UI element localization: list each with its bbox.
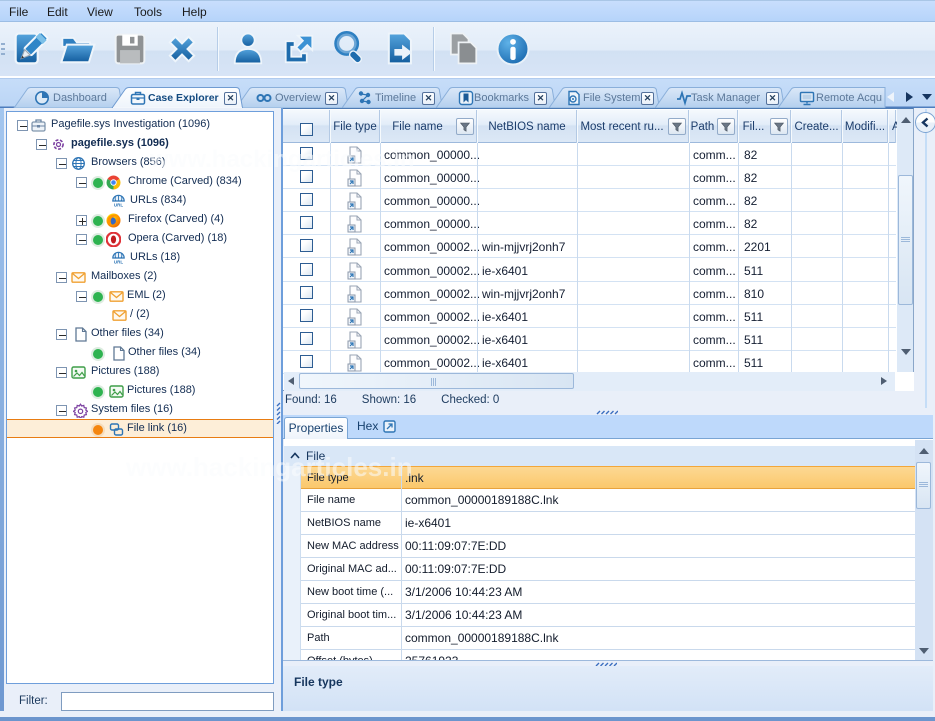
svg-text:URL: URL <box>114 203 123 208</box>
svg-text:URL: URL <box>114 260 123 265</box>
